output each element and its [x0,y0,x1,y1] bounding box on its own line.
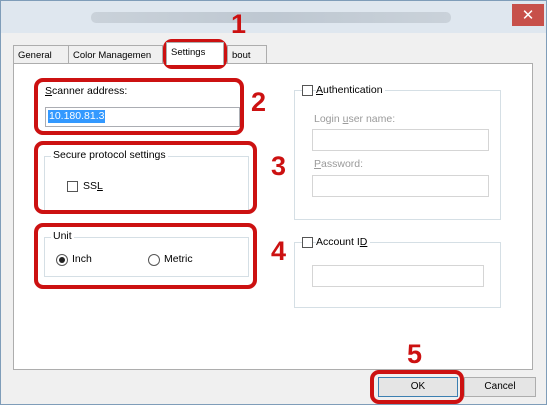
secure-protocol-title: Secure protocol settings [51,149,168,161]
inch-radio[interactable] [56,254,68,266]
scanner-properties-dialog: ✕ General Color Managemen Settings bout … [0,0,547,405]
metric-radio[interactable] [148,254,160,266]
scanner-address-label: Scanner address: [45,85,128,97]
scanner-address-input[interactable]: 10.180.81.3 [45,107,240,127]
callout-number-3: 3 [271,151,287,181]
authentication-group [294,90,501,220]
tab-settings[interactable]: Settings [166,42,224,65]
close-button[interactable]: ✕ [512,4,544,26]
ssl-checkbox[interactable] [67,181,78,192]
title-bar: ✕ [1,1,546,33]
account-id-input[interactable] [312,265,484,287]
authentication-checkbox[interactable] [302,85,313,96]
ok-button[interactable]: OK [378,377,458,397]
tab-about[interactable]: bout [227,45,267,64]
scanner-address-value: 10.180.81.3 [48,110,106,123]
login-user-name-label: Login user name: [314,113,396,125]
account-id-checkbox[interactable] [302,237,313,248]
settings-panel: Scanner address: 10.180.81.3 Secure prot… [13,63,533,370]
secure-protocol-group: Secure protocol settings SSL [44,149,249,211]
callout-number-2: 2 [251,87,267,117]
window-title-blurred [91,12,451,23]
callout-number-5: 5 [407,339,423,369]
password-input[interactable] [312,175,489,197]
cancel-button[interactable]: Cancel [464,377,536,397]
login-user-name-input[interactable] [312,129,489,151]
unit-group: Unit Inch Metric [44,230,249,277]
tab-color-management[interactable]: Color Managemen [68,45,163,64]
callout-number-1: 1 [231,9,247,39]
metric-label: Metric [164,253,193,265]
tab-general[interactable]: General [13,45,69,64]
password-label: Password: [314,158,364,170]
authentication-label: Authentication [316,84,385,96]
ssl-label: SSL [83,180,103,192]
callout-number-4: 4 [271,236,287,266]
account-id-label: Account ID [316,236,371,248]
inch-label: Inch [72,253,92,265]
unit-title: Unit [51,230,74,242]
